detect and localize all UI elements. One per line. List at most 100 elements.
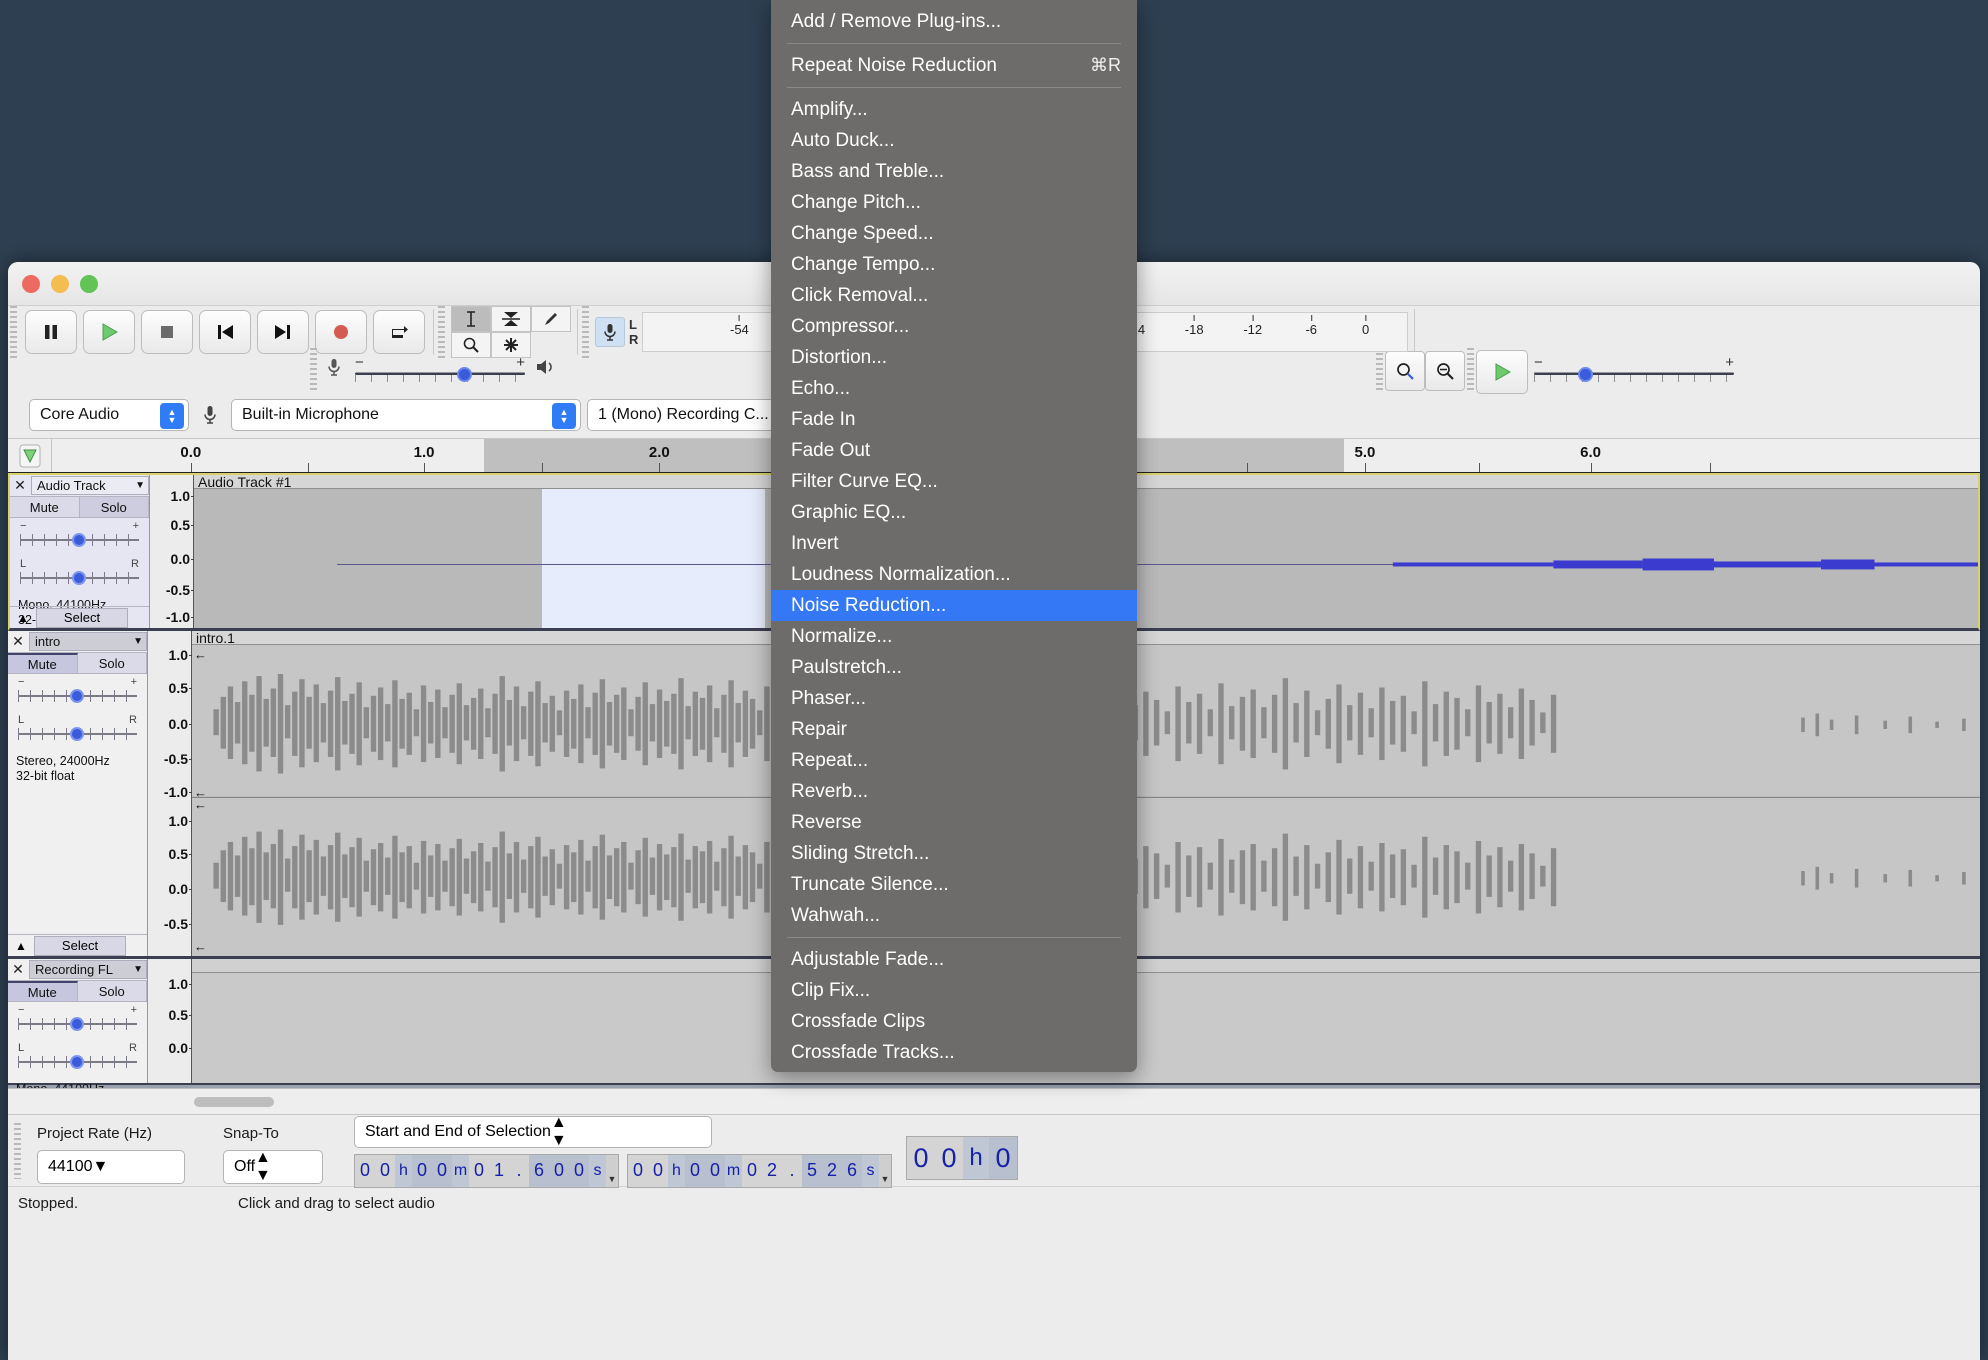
ruler-label-0: 0.0 xyxy=(180,444,202,461)
selection-mode-stepper-icon[interactable]: ▲ ▼ xyxy=(551,1114,567,1150)
solo-button-2[interactable]: Solo xyxy=(77,653,147,673)
menu-item-change-speed[interactable]: Change Speed... xyxy=(771,218,1137,249)
mute-button-3[interactable]: Mute xyxy=(8,981,78,1001)
menu-item-normalize[interactable]: Normalize... xyxy=(771,621,1137,652)
track-title-1[interactable]: Audio Track ▼ xyxy=(31,476,149,495)
collapse-track-icon-2[interactable]: ▲ xyxy=(8,939,34,953)
selection-end-time[interactable]: 00h 00m 02. 526 s▼ 00h00m02.526s xyxy=(627,1153,892,1188)
mute-button-2[interactable]: Mute xyxy=(8,653,78,673)
audio-host-select[interactable]: Core Audio ▲ ▼ xyxy=(29,399,189,431)
track-control-panel-1[interactable]: ✕ Audio Track ▼ Mute Solo − + L R Mono, … xyxy=(10,475,150,628)
project-rate-chevron-down-icon[interactable]: ▼ xyxy=(93,1158,109,1176)
play-at-speed-button[interactable] xyxy=(1476,350,1528,394)
chevron-down-icon-2[interactable]: ▼ xyxy=(133,636,143,647)
select-track-button-1[interactable]: Select xyxy=(36,607,128,628)
menu-item-loudness-normalization[interactable]: Loudness Normalization... xyxy=(771,559,1137,590)
menu-item-adjustable-fade[interactable]: Adjustable Fade... xyxy=(771,944,1137,975)
menu-item-distortion[interactable]: Distortion... xyxy=(771,342,1137,373)
recording-volume-knob[interactable] xyxy=(457,367,472,382)
menu-item-invert[interactable]: Invert xyxy=(771,528,1137,559)
menu-item-reverse[interactable]: Reverse xyxy=(771,807,1137,838)
mixer-toolbar-grip[interactable] xyxy=(308,348,319,392)
selection-toolbar-grip[interactable] xyxy=(12,1122,23,1179)
gain-slider-2[interactable]: − + xyxy=(18,676,137,712)
vertical-ruler-2[interactable]: 1.0 0.5 0.0 -0.5 -1.0 1.0 0.5 0.0 -0.5 xyxy=(148,631,194,956)
mute-button-1[interactable]: Mute xyxy=(10,497,80,517)
chevron-down-icon[interactable]: ▼ xyxy=(135,480,145,491)
menu-item-repeat-noise-reduction[interactable]: Repeat Noise Reduction ⌘R xyxy=(771,50,1137,81)
pan-slider-2[interactable]: L R xyxy=(18,714,137,750)
selection-mode-select[interactable]: Start and End of Selection ▲ ▼ xyxy=(354,1114,712,1150)
menu-item-graphic-eq[interactable]: Graphic EQ... xyxy=(771,497,1137,528)
menu-item-repeat[interactable]: Repeat... xyxy=(771,745,1137,776)
edit-toolbar-grip[interactable] xyxy=(1374,348,1385,392)
menu-item-fade-in[interactable]: Fade In xyxy=(771,404,1137,435)
select-track-button-2[interactable]: Select xyxy=(34,935,126,956)
menu-item-amplify[interactable]: Amplify... xyxy=(771,94,1137,125)
menu-item-truncate-silence[interactable]: Truncate Silence... xyxy=(771,869,1137,900)
menu-item-repair[interactable]: Repair xyxy=(771,714,1137,745)
menu-item-bass-and-treble[interactable]: Bass and Treble... xyxy=(771,156,1137,187)
menu-item-wahwah[interactable]: Wahwah... xyxy=(771,900,1137,931)
audio-position-time[interactable]: 0 0 h 0 00h0 xyxy=(906,1136,1018,1180)
play-speed-grip[interactable] xyxy=(1465,348,1476,392)
envelope-tool-button[interactable] xyxy=(491,306,531,332)
chevron-down-icon-3[interactable]: ▼ xyxy=(133,964,143,975)
vruler-label-2-4: -1.0 xyxy=(163,783,194,800)
draw-tool-button[interactable] xyxy=(531,306,571,332)
gain-slider-3[interactable]: − + xyxy=(18,1004,137,1040)
collapse-track-icon-1[interactable]: ▲ xyxy=(10,611,36,625)
menu-item-change-pitch[interactable]: Change Pitch... xyxy=(771,187,1137,218)
track-title-2[interactable]: intro ▼ xyxy=(29,632,147,651)
menu-item-click-removal[interactable]: Click Removal... xyxy=(771,280,1137,311)
zoom-in-button[interactable] xyxy=(1385,351,1425,391)
track-control-panel-3[interactable]: ✕ Recording FL ▼ Mute Solo − + L R xyxy=(8,959,148,1088)
close-track-icon[interactable]: ✕ xyxy=(12,477,28,494)
menu-item-compressor[interactable]: Compressor... xyxy=(771,311,1137,342)
selection-start-time[interactable]: 00h 00m 01. 600 s▼ 00h00m01.600s xyxy=(354,1153,619,1188)
track-title-3[interactable]: Recording FL ▼ xyxy=(29,960,147,979)
menu-item-filter-curve-eq[interactable]: Filter Curve EQ... xyxy=(771,466,1137,497)
recording-channels-select[interactable]: 1 (Mono) Recording C... ▲▼ xyxy=(587,399,802,431)
menu-item-echo[interactable]: Echo... xyxy=(771,373,1137,404)
gain-slider-1[interactable]: − + xyxy=(20,520,139,556)
solo-button-1[interactable]: Solo xyxy=(79,497,149,517)
menu-item-auto-duck[interactable]: Auto Duck... xyxy=(771,125,1137,156)
zoom-out-button[interactable] xyxy=(1425,351,1465,391)
effect-menu[interactable]: Add / Remove Plug-ins... Repeat Noise Red… xyxy=(771,0,1137,1072)
solo-button-3[interactable]: Solo xyxy=(77,981,147,1001)
close-track-icon-2[interactable]: ✕ xyxy=(10,633,26,650)
recording-device-select[interactable]: Built-in Microphone ▲ ▼ xyxy=(231,399,581,431)
menu-item-label: Change Pitch... xyxy=(791,191,921,213)
play-speed-knob[interactable] xyxy=(1578,367,1593,382)
menu-item-add-remove-plug-ins[interactable]: Add / Remove Plug-ins... xyxy=(771,6,1137,37)
recording-device-stepper-icon[interactable]: ▲ ▼ xyxy=(552,403,576,429)
horizontal-scrollbar[interactable] xyxy=(8,1088,1980,1114)
menu-item-crossfade-clips[interactable]: Crossfade Clips xyxy=(771,1006,1137,1037)
horizontal-scrollbar-thumb[interactable] xyxy=(194,1096,274,1107)
vertical-ruler-1[interactable]: 1.0 0.5 0.0 -0.5 -1.0 xyxy=(150,475,196,628)
menu-item-clip-fix[interactable]: Clip Fix... xyxy=(771,975,1137,1006)
menu-item-crossfade-tracks[interactable]: Crossfade Tracks... xyxy=(771,1037,1137,1068)
menu-item-noise-reduction[interactable]: Noise Reduction... xyxy=(771,590,1137,621)
selection-tool-button[interactable] xyxy=(451,306,491,332)
pinned-play-head-button[interactable] xyxy=(8,439,52,472)
menu-item-change-tempo[interactable]: Change Tempo... xyxy=(771,249,1137,280)
menu-item-paulstretch[interactable]: Paulstretch... xyxy=(771,652,1137,683)
close-track-icon-3[interactable]: ✕ xyxy=(10,961,26,978)
menu-item-phaser[interactable]: Phaser... xyxy=(771,683,1137,714)
project-rate-select[interactable]: 44100 ▼ xyxy=(37,1149,185,1184)
menu-item-reverb[interactable]: Reverb... xyxy=(771,776,1137,807)
snap-to-select[interactable]: Off ▲ ▼ xyxy=(223,1149,323,1185)
microphone-icon[interactable] xyxy=(595,317,625,347)
menu-item-fade-out[interactable]: Fade Out xyxy=(771,435,1137,466)
track-control-panel-2[interactable]: ✕ intro ▼ Mute Solo − + L R Stereo, 2400… xyxy=(8,631,148,956)
audio-host-stepper-icon[interactable]: ▲ ▼ xyxy=(160,403,184,429)
vertical-ruler-3[interactable]: 1.0 0.5 0.0 xyxy=(148,959,194,1083)
recording-volume-slider[interactable]: − + xyxy=(355,354,525,385)
snap-to-stepper-icon[interactable]: ▲ ▼ xyxy=(255,1149,271,1185)
pan-slider-3[interactable]: L R xyxy=(18,1042,137,1078)
menu-item-sliding-stretch[interactable]: Sliding Stretch... xyxy=(771,838,1137,869)
pan-slider-1[interactable]: L R xyxy=(20,558,139,594)
play-speed-slider[interactable]: − + xyxy=(1534,354,1734,385)
